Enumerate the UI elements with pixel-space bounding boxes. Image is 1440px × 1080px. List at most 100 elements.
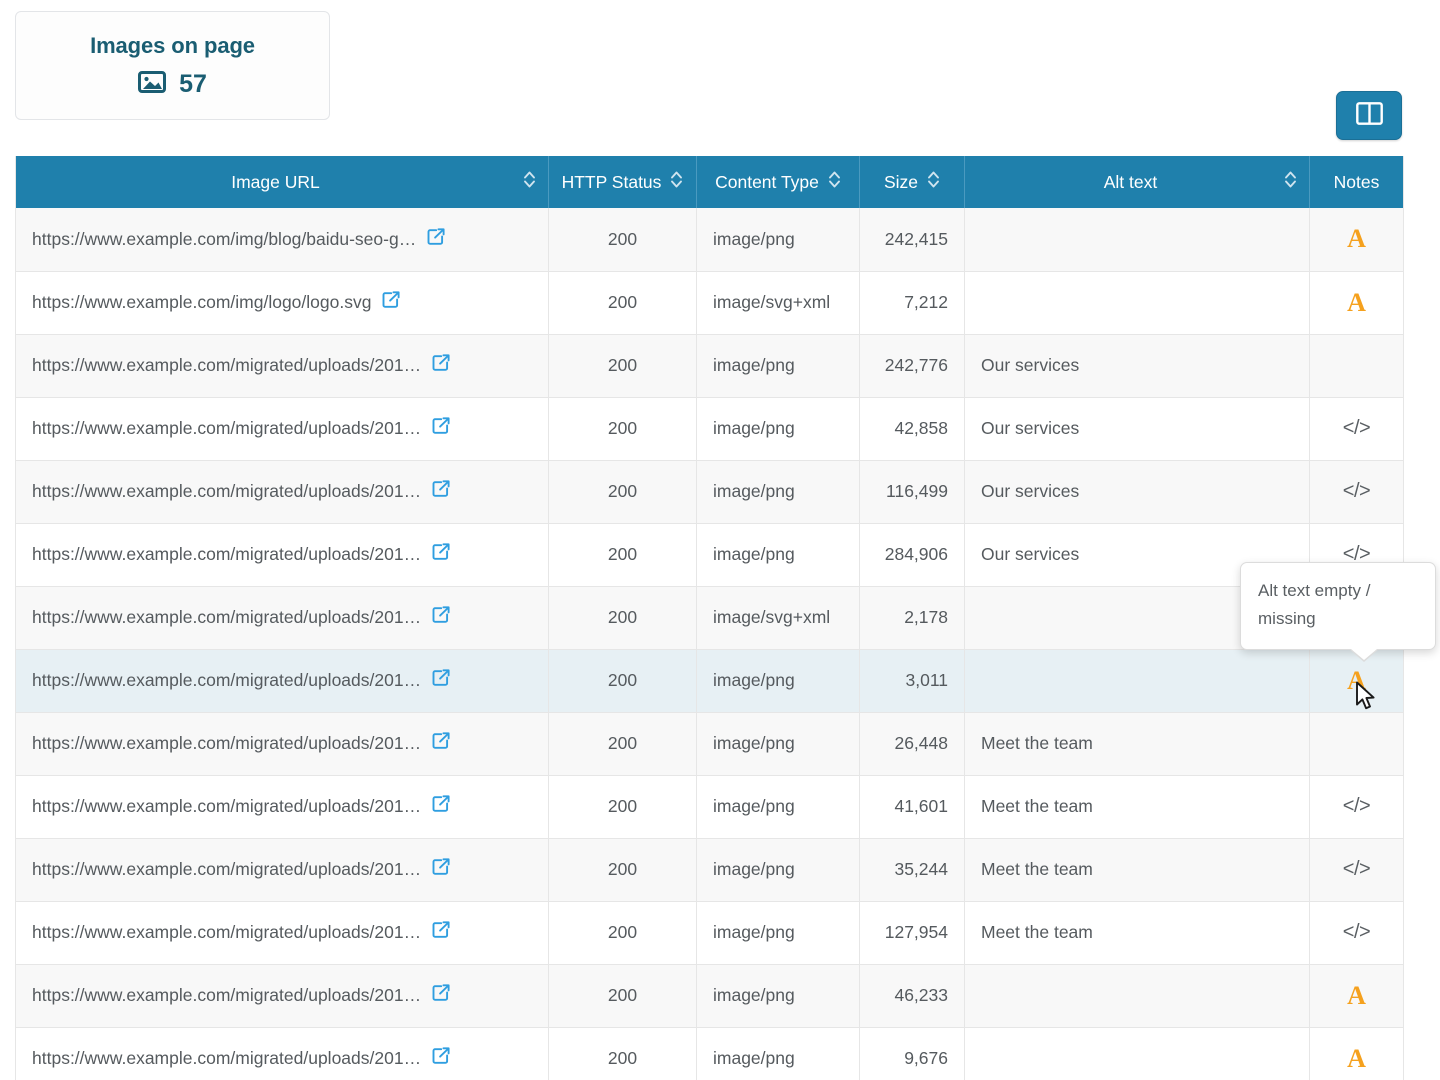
column-header-size[interactable]: Size (860, 156, 965, 208)
cell-alt-text-value: Our services (981, 355, 1079, 375)
table-row[interactable]: https://www.example.com/migrated/uploads… (16, 523, 1404, 586)
cell-image-url: https://www.example.com/migrated/uploads… (16, 649, 549, 712)
cell-http-status: 200 (549, 712, 697, 775)
table-row[interactable]: https://www.example.com/migrated/uploads… (16, 775, 1404, 838)
external-link-icon[interactable] (432, 921, 450, 944)
column-header-content-type[interactable]: Content Type (697, 156, 860, 208)
stat-card-title: Images on page (90, 33, 255, 59)
external-link-icon[interactable] (427, 228, 445, 251)
column-header-image-url[interactable]: Image URL (16, 156, 549, 208)
code-tag-icon[interactable]: </> (1343, 795, 1370, 817)
sort-updown-icon[interactable] (828, 170, 841, 194)
cell-size-value: 3,011 (906, 670, 949, 690)
table-row[interactable]: https://www.example.com/migrated/uploads… (16, 712, 1404, 775)
table-row[interactable]: https://www.example.com/migrated/uploads… (16, 586, 1404, 649)
image-url-text: https://www.example.com/migrated/uploads… (32, 481, 421, 502)
cell-size: 9,676 (860, 1027, 965, 1080)
table-row[interactable]: https://www.example.com/migrated/uploads… (16, 1027, 1404, 1080)
cell-image-url: https://www.example.com/migrated/uploads… (16, 523, 549, 586)
external-link-icon[interactable] (432, 606, 450, 629)
cell-content-type-value: image/png (713, 544, 795, 564)
cell-content-type-value: image/png (713, 670, 795, 690)
table-row[interactable]: https://www.example.com/img/logo/logo.sv… (16, 271, 1404, 334)
sort-updown-icon[interactable] (523, 170, 536, 194)
cell-size-value: 242,415 (885, 229, 948, 249)
code-tag-icon[interactable]: </> (1343, 921, 1370, 943)
table-row[interactable]: https://www.example.com/migrated/uploads… (16, 838, 1404, 901)
cell-image-url: https://www.example.com/migrated/uploads… (16, 1027, 549, 1080)
table-row[interactable]: https://www.example.com/migrated/uploads… (16, 460, 1404, 523)
cell-size-value: 35,244 (894, 859, 948, 879)
image-url-text: https://www.example.com/img/blog/baidu-s… (32, 229, 416, 250)
table-row[interactable]: https://www.example.com/migrated/uploads… (16, 964, 1404, 1027)
cell-content-type: image/svg+xml (697, 271, 860, 334)
external-link-icon[interactable] (432, 543, 450, 566)
table-row[interactable]: https://www.example.com/img/blog/baidu-s… (16, 208, 1404, 271)
cell-size-value: 116,499 (886, 481, 948, 501)
external-link-icon[interactable] (432, 732, 450, 755)
column-header-notes[interactable]: Notes (1310, 156, 1404, 208)
cell-notes: </> (1310, 838, 1404, 901)
tooltip-text: Alt text empty / missing (1258, 581, 1370, 628)
external-link-icon[interactable] (382, 291, 400, 314)
column-header-alt-text[interactable]: Alt text (965, 156, 1310, 208)
alt-text-warning-icon[interactable]: A (1347, 666, 1366, 695)
external-link-icon[interactable] (432, 480, 450, 503)
cell-content-type: image/png (697, 397, 860, 460)
code-tag-icon[interactable]: </> (1343, 858, 1370, 880)
cell-image-url: https://www.example.com/migrated/uploads… (16, 775, 549, 838)
cell-content-type: image/png (697, 964, 860, 1027)
cell-http-status: 200 (549, 208, 697, 271)
cell-size: 127,954 (860, 901, 965, 964)
column-header-label: Size (884, 172, 918, 193)
cell-content-type: image/png (697, 775, 860, 838)
image-url-text: https://www.example.com/migrated/uploads… (32, 355, 421, 376)
cell-image-url: https://www.example.com/migrated/uploads… (16, 838, 549, 901)
external-link-icon[interactable] (432, 669, 450, 692)
cell-http-status: 200 (549, 523, 697, 586)
alt-text-warning-icon[interactable]: A (1347, 1044, 1366, 1073)
cell-http-status-value: 200 (608, 481, 637, 501)
table-row[interactable]: https://www.example.com/migrated/uploads… (16, 334, 1404, 397)
column-toggle-button[interactable] (1336, 91, 1402, 140)
sort-updown-icon[interactable] (1284, 170, 1297, 194)
alt-text-warning-icon[interactable]: A (1347, 288, 1366, 317)
cell-http-status: 200 (549, 964, 697, 1027)
external-link-icon[interactable] (432, 417, 450, 440)
cell-http-status-value: 200 (608, 985, 637, 1005)
cell-notes: A (1310, 208, 1404, 271)
column-header-http-status[interactable]: HTTP Status (549, 156, 697, 208)
cell-size-value: 284,906 (885, 544, 948, 564)
cell-alt-text: Meet the team (965, 838, 1310, 901)
sort-updown-icon[interactable] (927, 170, 940, 194)
tooltip-arrow-fill (1351, 649, 1377, 660)
cell-alt-text-value: Our services (981, 418, 1079, 438)
cell-content-type-value: image/png (713, 796, 795, 816)
image-url-text: https://www.example.com/img/logo/logo.sv… (32, 292, 371, 313)
cell-size: 242,415 (860, 208, 965, 271)
code-tag-icon[interactable]: </> (1343, 480, 1370, 502)
alt-text-warning-icon[interactable]: A (1347, 224, 1366, 253)
cell-size: 116,499 (860, 460, 965, 523)
table-row[interactable]: https://www.example.com/migrated/uploads… (16, 901, 1404, 964)
cell-http-status: 200 (549, 460, 697, 523)
cell-content-type-value: image/svg+xml (713, 607, 830, 627)
external-link-icon[interactable] (432, 354, 450, 377)
cell-http-status-value: 200 (608, 292, 637, 312)
cell-content-type: image/svg+xml (697, 586, 860, 649)
table-row[interactable]: https://www.example.com/migrated/uploads… (16, 649, 1404, 712)
cell-image-url: https://www.example.com/migrated/uploads… (16, 460, 549, 523)
cell-http-status-value: 200 (608, 418, 637, 438)
external-link-icon[interactable] (432, 795, 450, 818)
alt-text-warning-icon[interactable]: A (1347, 981, 1366, 1010)
cell-notes (1310, 712, 1404, 775)
cell-http-status: 200 (549, 586, 697, 649)
cell-notes: A (1310, 271, 1404, 334)
external-link-icon[interactable] (432, 858, 450, 881)
cell-notes: </> (1310, 397, 1404, 460)
external-link-icon[interactable] (432, 1047, 450, 1070)
table-row[interactable]: https://www.example.com/migrated/uploads… (16, 397, 1404, 460)
code-tag-icon[interactable]: </> (1343, 417, 1370, 439)
external-link-icon[interactable] (432, 984, 450, 1007)
sort-updown-icon[interactable] (670, 170, 683, 194)
